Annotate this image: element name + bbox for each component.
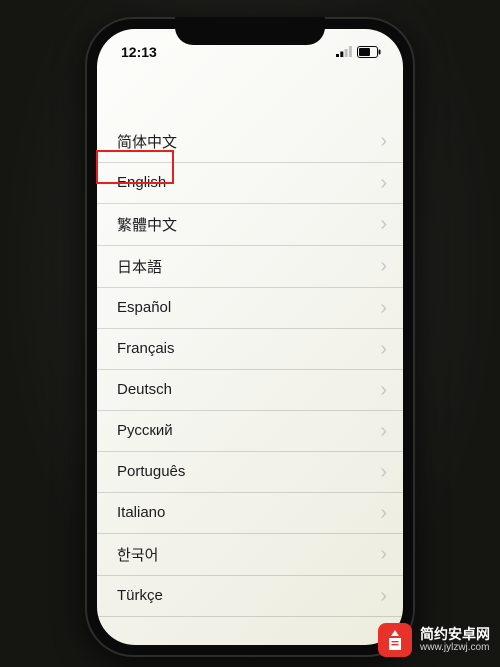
language-row-spanish[interactable]: Español ›	[97, 288, 403, 329]
language-row-italian[interactable]: Italiano ›	[97, 493, 403, 534]
battery-icon	[357, 46, 381, 58]
language-row-japanese[interactable]: 日本語 ›	[97, 246, 403, 288]
chevron-right-icon: ›	[380, 256, 387, 276]
watermark-text: 简约安卓网 www.jylzwj.com	[420, 626, 490, 654]
chevron-right-icon: ›	[380, 214, 387, 234]
chevron-right-icon: ›	[380, 380, 387, 400]
language-label: 简体中文	[117, 131, 177, 152]
chevron-right-icon: ›	[380, 544, 387, 564]
signal-icon	[336, 46, 352, 57]
language-label: Italiano	[117, 504, 165, 521]
watermark: 简约安卓网 www.jylzwj.com	[378, 623, 490, 657]
chevron-right-icon: ›	[380, 339, 387, 359]
language-label: 日本語	[117, 256, 162, 277]
phone-notch	[175, 17, 325, 45]
language-row-traditional-chinese[interactable]: 繁體中文 ›	[97, 204, 403, 246]
status-time: 12:13	[121, 44, 157, 60]
chevron-right-icon: ›	[380, 173, 387, 193]
watermark-url: www.jylzwj.com	[420, 642, 490, 654]
language-label: 한국어	[117, 544, 158, 565]
language-list: 简体中文 › English › 繁體中文 › 日本語 › Español	[97, 65, 403, 617]
language-row-russian[interactable]: Русский ›	[97, 411, 403, 452]
language-row-simplified-chinese[interactable]: 简体中文 ›	[97, 121, 403, 163]
phone-frame: 12:13 简体中文 › English ›	[85, 17, 415, 657]
language-row-french[interactable]: Français ›	[97, 329, 403, 370]
chevron-right-icon: ›	[380, 586, 387, 606]
chevron-right-icon: ›	[380, 421, 387, 441]
language-row-portuguese[interactable]: Português ›	[97, 452, 403, 493]
language-label: Русский	[117, 422, 173, 439]
language-label: 繁體中文	[117, 214, 177, 235]
language-row-korean[interactable]: 한국어 ›	[97, 534, 403, 576]
status-right	[336, 46, 381, 58]
language-row-turkish[interactable]: Türkçe ›	[97, 576, 403, 617]
chevron-right-icon: ›	[380, 462, 387, 482]
chevron-right-icon: ›	[380, 503, 387, 523]
language-label: Türkçe	[117, 587, 163, 604]
phone-screen: 12:13 简体中文 › English ›	[97, 29, 403, 645]
language-row-german[interactable]: Deutsch ›	[97, 370, 403, 411]
language-label: Deutsch	[117, 381, 172, 398]
chevron-right-icon: ›	[380, 298, 387, 318]
photo-background: 12:13 简体中文 › English ›	[0, 0, 500, 667]
language-row-english[interactable]: English ›	[97, 163, 403, 204]
watermark-logo-icon	[378, 623, 412, 657]
language-label: Português	[117, 463, 185, 480]
language-label: Français	[117, 340, 175, 357]
watermark-title: 简约安卓网	[420, 626, 490, 642]
chevron-right-icon: ›	[380, 131, 387, 151]
language-label: Español	[117, 299, 171, 316]
language-label: English	[117, 174, 166, 191]
